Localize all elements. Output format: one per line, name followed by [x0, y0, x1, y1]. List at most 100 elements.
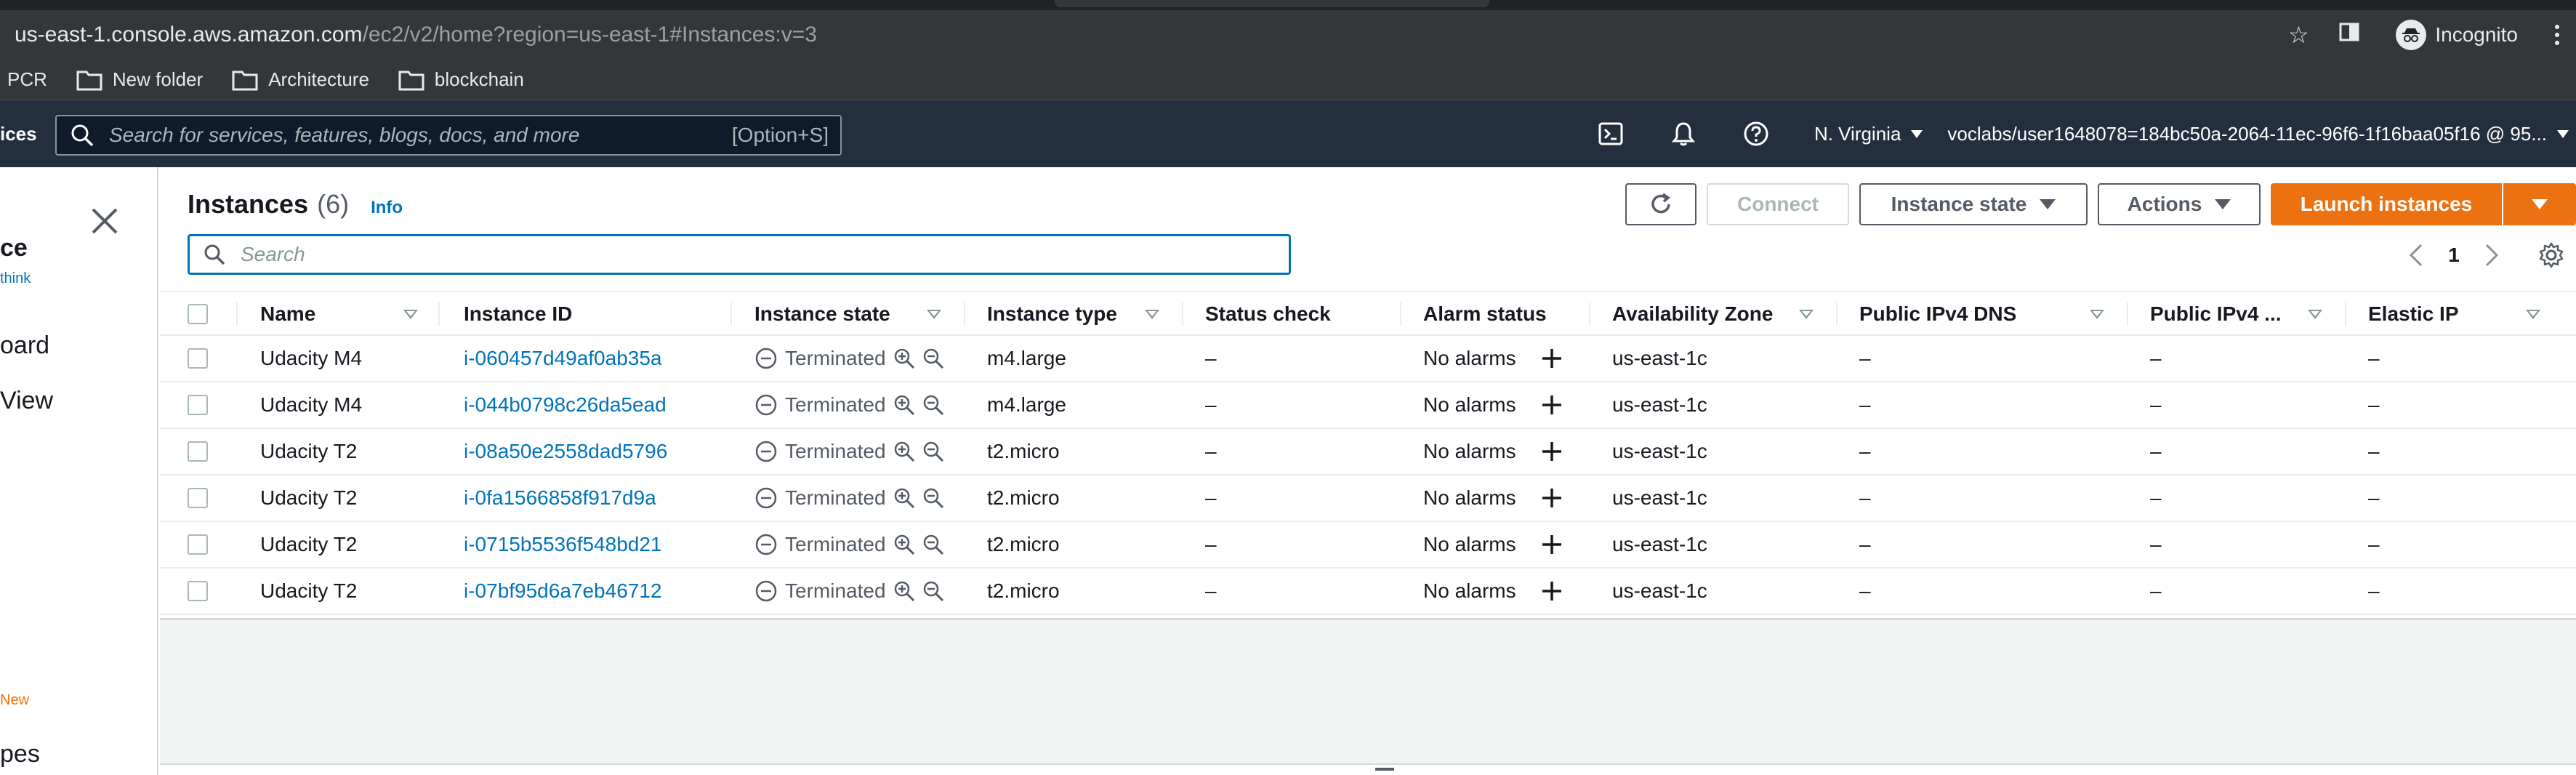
column-header-public-ipv4-dns[interactable]: Public IPv4 DNS: [1859, 292, 2016, 336]
instance-search[interactable]: [188, 234, 1291, 275]
zoom-in-icon[interactable]: [893, 580, 915, 602]
plus-icon[interactable]: [1539, 475, 1564, 521]
bookmark-architecture[interactable]: Architecture: [232, 68, 369, 91]
browser-tab[interactable]: [1054, 0, 1490, 7]
checkbox[interactable]: [188, 581, 208, 601]
account-menu[interactable]: voclabs/user1648078=184bc50a-2064-11ec-9…: [1947, 123, 2576, 145]
zoom-out-icon[interactable]: [922, 487, 944, 509]
console-search-input[interactable]: [94, 124, 732, 147]
checkbox[interactable]: [188, 488, 208, 508]
zoom-in-icon[interactable]: [893, 348, 915, 369]
zoom-out-icon[interactable]: [922, 580, 944, 602]
cell-instance-id[interactable]: i-060457d49af0ab35a: [464, 336, 661, 381]
checkbox[interactable]: [188, 534, 208, 555]
bookmark-pcr[interactable]: PCR: [7, 68, 47, 91]
sidebar-feedback-link[interactable]: think: [0, 270, 31, 287]
star-icon[interactable]: ☆: [2284, 21, 2313, 49]
chevron-left-icon[interactable]: [2396, 242, 2436, 268]
row-select[interactable]: [188, 336, 208, 381]
table-row[interactable]: Udacity M4 i-044b0798c26da5ead Terminate…: [160, 382, 2576, 429]
zoom-in-icon[interactable]: [893, 534, 915, 555]
browser-address-bar[interactable]: us-east-1.console.aws.amazon.com/ec2/v2/…: [0, 10, 2576, 60]
current-page[interactable]: 1: [2436, 244, 2471, 267]
zoom-out-icon[interactable]: [922, 394, 944, 416]
launch-dropdown-button[interactable]: [2503, 183, 2576, 225]
url-text[interactable]: us-east-1.console.aws.amazon.com/ec2/v2/…: [0, 23, 817, 47]
bookmark-new-folder[interactable]: New folder: [76, 68, 203, 91]
cell-instance-id[interactable]: i-07bf95d6a7eb46712: [464, 569, 661, 614]
table-row[interactable]: Udacity T2 i-0fa1566858f917d9a Terminate…: [160, 475, 2576, 522]
cell-instance-id[interactable]: i-044b0798c26da5ead: [464, 382, 667, 427]
checkbox[interactable]: [188, 304, 208, 324]
column-header-name[interactable]: Name: [260, 292, 315, 336]
chevron-right-icon[interactable]: [2471, 242, 2512, 268]
bell-icon[interactable]: [1647, 121, 1720, 147]
column-header-availability-zone[interactable]: Availability Zone: [1612, 292, 1773, 336]
select-all-checkbox[interactable]: [188, 292, 208, 336]
connect-button[interactable]: Connect: [1707, 183, 1849, 225]
column-header-alarm-status[interactable]: Alarm status: [1423, 292, 1547, 336]
sort-icon[interactable]: [2090, 310, 2104, 319]
plus-icon[interactable]: [1539, 382, 1564, 427]
column-header-status-check[interactable]: Status check: [1205, 292, 1331, 336]
table-row[interactable]: Udacity M4 i-060457d49af0ab35a Terminate…: [160, 336, 2576, 382]
services-menu[interactable]: ices: [0, 123, 51, 145]
plus-icon[interactable]: [1539, 429, 1564, 474]
cell-instance-id[interactable]: i-08a50e2558dad5796: [464, 429, 667, 474]
drag-handle-icon[interactable]: [1375, 768, 1394, 771]
sort-icon[interactable]: [2526, 310, 2540, 319]
instance-state-button[interactable]: Instance state: [1859, 183, 2088, 225]
actions-button[interactable]: Actions: [2098, 183, 2261, 225]
plus-icon[interactable]: [1539, 522, 1564, 567]
column-header-instance-id[interactable]: Instance ID: [464, 292, 572, 336]
cell-instance-id[interactable]: i-0715b5536f548bd21: [464, 522, 661, 567]
column-header-instance-type[interactable]: Instance type: [987, 292, 1117, 336]
zoom-out-icon[interactable]: [922, 534, 944, 555]
split-panel-handle[interactable]: [160, 763, 2576, 775]
column-header-instance-state[interactable]: Instance state: [754, 292, 890, 336]
region-selector[interactable]: N. Virginia: [1792, 123, 1947, 145]
checkbox[interactable]: [188, 348, 208, 369]
incognito-profile-button[interactable]: Incognito: [2386, 15, 2528, 55]
close-icon[interactable]: [89, 205, 121, 237]
checkbox[interactable]: [188, 441, 208, 462]
launch-instances-button[interactable]: Launch instances: [2271, 183, 2502, 225]
cell-instance-id[interactable]: i-0fa1566858f917d9a: [464, 475, 656, 521]
row-select[interactable]: [188, 522, 208, 567]
sidebar-item-global-view[interactable]: View: [0, 387, 53, 415]
table-row[interactable]: Udacity T2 i-0715b5536f548bd21 Terminate…: [160, 522, 2576, 569]
sidebar-item-dashboard[interactable]: oard: [0, 332, 49, 360]
row-select[interactable]: [188, 429, 208, 474]
settings-gear-icon[interactable]: [2527, 242, 2576, 268]
row-select[interactable]: [188, 382, 208, 427]
zoom-out-icon[interactable]: [922, 441, 944, 462]
table-row[interactable]: Udacity T2 i-07bf95d6a7eb46712 Terminate…: [160, 569, 2576, 615]
help-icon[interactable]: [1720, 121, 1792, 147]
zoom-in-icon[interactable]: [893, 487, 915, 509]
kebab-menu-icon[interactable]: [2550, 25, 2564, 45]
sidebar-toggle-icon[interactable]: [2335, 21, 2364, 49]
column-header-public-ipv4[interactable]: Public IPv4 ...: [2150, 292, 2282, 336]
row-select[interactable]: [188, 475, 208, 521]
sort-icon[interactable]: [403, 310, 418, 319]
row-select[interactable]: [188, 569, 208, 614]
refresh-button[interactable]: [1625, 183, 1696, 225]
console-search[interactable]: [Option+S]: [55, 115, 842, 156]
sort-icon[interactable]: [927, 310, 941, 319]
sort-icon[interactable]: [1145, 310, 1159, 319]
sidebar-item-instance-types[interactable]: pes: [0, 740, 40, 768]
column-header-elastic-ip[interactable]: Elastic IP: [2368, 292, 2459, 336]
cloudshell-icon[interactable]: [1574, 121, 1647, 147]
bookmark-blockchain[interactable]: blockchain: [398, 68, 524, 91]
plus-icon[interactable]: [1539, 336, 1564, 381]
table-row[interactable]: Udacity T2 i-08a50e2558dad5796 Terminate…: [160, 429, 2576, 475]
info-link[interactable]: Info: [371, 198, 403, 218]
instance-search-input[interactable]: [226, 243, 1289, 266]
sort-icon[interactable]: [1799, 310, 1814, 319]
zoom-in-icon[interactable]: [893, 394, 915, 416]
sort-icon[interactable]: [2308, 310, 2322, 319]
plus-icon[interactable]: [1539, 569, 1564, 614]
checkbox[interactable]: [188, 395, 208, 415]
zoom-in-icon[interactable]: [893, 441, 915, 462]
zoom-out-icon[interactable]: [922, 348, 944, 369]
